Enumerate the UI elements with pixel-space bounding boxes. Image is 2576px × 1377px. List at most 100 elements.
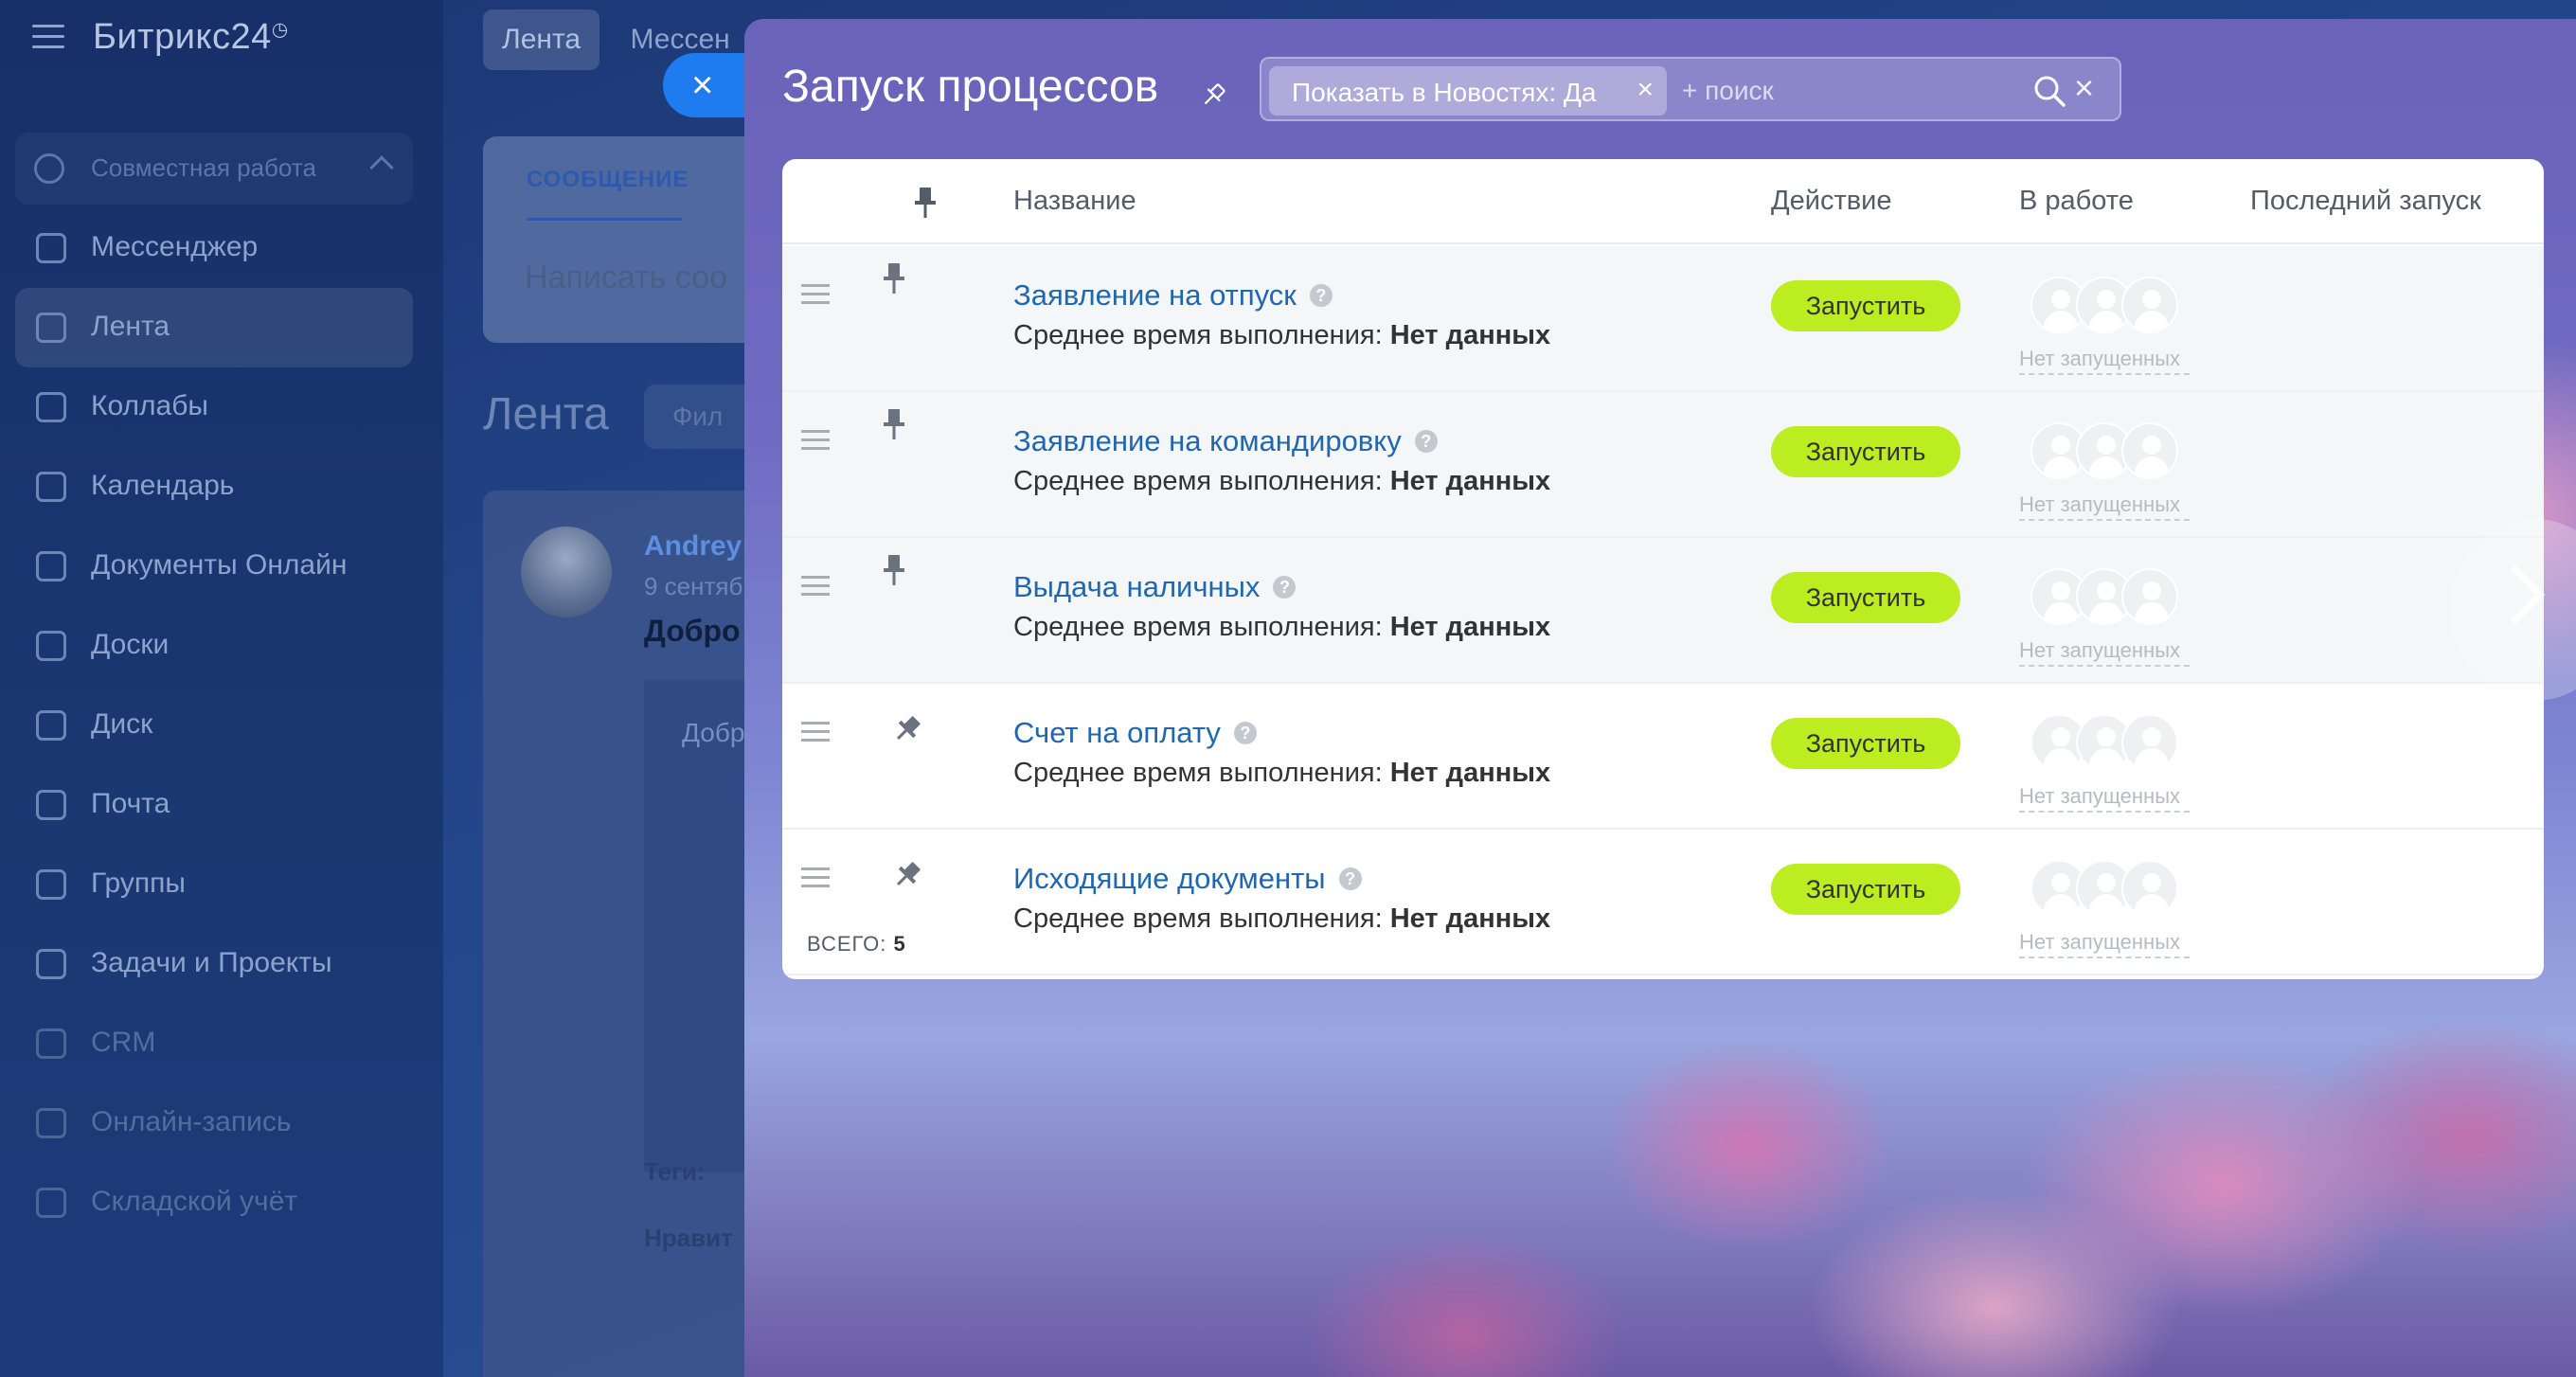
total-count: ВСЕГО: 5 <box>807 932 906 956</box>
booking-icon <box>36 1108 66 1138</box>
not-running-link[interactable]: Нет запущенных <box>2019 638 2190 667</box>
filter-search-box[interactable]: Показать в Новостях: Да × × <box>1260 57 2121 121</box>
sidebar-item-label: Календарь <box>91 470 235 501</box>
running-avatars <box>2030 568 2182 627</box>
sidebar-item-disk[interactable]: Диск <box>15 686 413 765</box>
sidebar-item-label: Коллабы <box>91 390 208 421</box>
not-running-link[interactable]: Нет запущенных <box>2019 492 2190 521</box>
table-row: Выдача наличных? Среднее время выполнения… <box>782 538 2544 684</box>
drag-handle-icon[interactable] <box>801 576 830 596</box>
help-icon[interactable]: ? <box>1309 284 1333 307</box>
sidebar-item-label: Складской учёт <box>91 1186 298 1217</box>
pin-column-icon <box>915 188 936 218</box>
top-tab-feed[interactable]: Лента <box>483 9 600 70</box>
chevron-up-icon <box>369 155 394 180</box>
process-name[interactable]: Выдача наличных? <box>1013 570 1297 604</box>
composer-input[interactable]: Написать соо <box>525 259 727 296</box>
chat-icon <box>36 233 66 263</box>
avatar[interactable] <box>521 527 612 617</box>
pinned-icon[interactable] <box>881 407 907 441</box>
main-nav: Мессенджер Лента Коллабы Календарь Документы… <box>15 208 413 1243</box>
help-icon[interactable]: ? <box>1338 867 1362 890</box>
column-last-run[interactable]: Последний запуск <box>2250 186 2481 217</box>
sidebar-item-crm[interactable]: CRM <box>15 1004 413 1083</box>
table-row: Заявление на отпуск? Среднее время выполн… <box>782 246 2544 392</box>
run-button[interactable]: Запустить <box>1771 864 1960 915</box>
process-name[interactable]: Заявление на отпуск? <box>1013 278 1333 313</box>
sidebar-item-collab[interactable]: Коллабы <box>15 367 413 447</box>
sidebar-item-label: Почта <box>91 788 170 819</box>
board-icon <box>36 631 66 661</box>
sidebar-item-chat[interactable]: Мессенджер <box>15 208 413 288</box>
running-avatars <box>2030 422 2182 481</box>
sidebar-item-groups[interactable]: Группы <box>15 845 413 924</box>
process-name[interactable]: Счет на оплату? <box>1013 716 1257 750</box>
run-button[interactable]: Запустить <box>1771 426 1960 477</box>
slider-close-button[interactable]: × <box>663 53 754 117</box>
column-name[interactable]: Название <box>1013 186 1136 217</box>
column-in-work[interactable]: В работе <box>2019 186 2134 217</box>
section-collaboration[interactable]: Совместная работа <box>15 133 413 205</box>
drag-handle-icon[interactable] <box>801 430 830 450</box>
sidebar-item-mail[interactable]: Почта <box>15 765 413 845</box>
column-action[interactable]: Действие <box>1771 186 1891 217</box>
pinned-icon[interactable] <box>881 261 907 295</box>
sidebar-item-label: Онлайн-запись <box>91 1106 292 1137</box>
run-button[interactable]: Запустить <box>1771 280 1960 331</box>
clear-search-icon[interactable]: × <box>2074 68 2094 108</box>
groups-icon <box>36 869 66 900</box>
search-input[interactable] <box>1682 70 2023 112</box>
chevron-right-icon <box>2485 564 2546 625</box>
sidebar-item-warehouse[interactable]: Складской учёт <box>15 1163 413 1243</box>
post-image-text: Добр <box>682 718 745 747</box>
left-menu: Битрикс24◷ Совместная работа Мессенджер Л… <box>0 0 443 1377</box>
average-time: Среднее время выполнения: Нет данных <box>1013 612 1551 642</box>
drag-handle-icon[interactable] <box>801 284 830 304</box>
post-date: 9 сентяб <box>644 572 743 600</box>
process-name[interactable]: Заявление на командировку? <box>1013 424 1438 458</box>
pinned-icon[interactable] <box>881 553 907 587</box>
collaboration-icon <box>34 153 64 184</box>
run-button[interactable]: Запустить <box>1771 718 1960 769</box>
unpinned-icon[interactable] <box>894 712 921 746</box>
composer-tab-underline <box>527 218 682 221</box>
sidebar-item-label: Диск <box>91 708 153 740</box>
search-icon[interactable] <box>2032 74 2066 108</box>
feed-icon <box>36 313 66 343</box>
chip-remove-icon[interactable]: × <box>1637 74 1654 106</box>
not-running-link[interactable]: Нет запущенных <box>2019 784 2190 813</box>
not-running-link[interactable]: Нет запущенных <box>2019 347 2190 375</box>
disk-icon <box>36 710 66 741</box>
sidebar-item-feed[interactable]: Лента <box>15 288 413 367</box>
help-icon[interactable]: ? <box>1233 722 1257 744</box>
post-author[interactable]: Andrey <box>644 530 742 563</box>
sidebar-item-label: Документы Онлайн <box>91 549 348 581</box>
running-avatars <box>2030 277 2182 335</box>
calendar-icon <box>36 472 66 502</box>
running-avatars <box>2030 860 2182 919</box>
process-name[interactable]: Исходящие документы? <box>1013 862 1362 896</box>
average-time: Среднее время выполнения: Нет данных <box>1013 466 1551 496</box>
post-like[interactable]: Нравит <box>644 1224 733 1253</box>
help-icon[interactable]: ? <box>1414 430 1438 453</box>
filter-chip[interactable]: Показать в Новостях: Да × <box>1269 66 1667 116</box>
drag-handle-icon[interactable] <box>801 867 830 887</box>
sidebar-item-booking[interactable]: Онлайн-запись <box>15 1083 413 1163</box>
brand-logo[interactable]: Битрикс24◷ <box>93 17 289 58</box>
help-icon[interactable]: ? <box>1273 576 1297 599</box>
sidebar-item-calendar[interactable]: Календарь <box>15 447 413 527</box>
menu-burger-icon[interactable] <box>32 25 64 49</box>
drag-handle-icon[interactable] <box>801 722 830 742</box>
feed-filter[interactable]: Фил <box>644 384 758 449</box>
pin-icon[interactable] <box>1199 81 1227 110</box>
sidebar-item-document[interactable]: Документы Онлайн <box>15 527 413 606</box>
sidebar-item-board[interactable]: Доски <box>15 606 413 686</box>
sidebar-item-tasks[interactable]: Задачи и Проекты <box>15 924 413 1004</box>
user-placeholder-icon <box>2121 422 2178 479</box>
composer-tab-message[interactable]: СООБЩЕНИЕ <box>527 167 689 193</box>
section-label: Совместная работа <box>91 153 316 182</box>
user-placeholder-icon <box>2121 277 2178 333</box>
run-button[interactable]: Запустить <box>1771 572 1960 623</box>
unpinned-icon[interactable] <box>894 858 921 892</box>
close-icon: × <box>691 64 714 106</box>
